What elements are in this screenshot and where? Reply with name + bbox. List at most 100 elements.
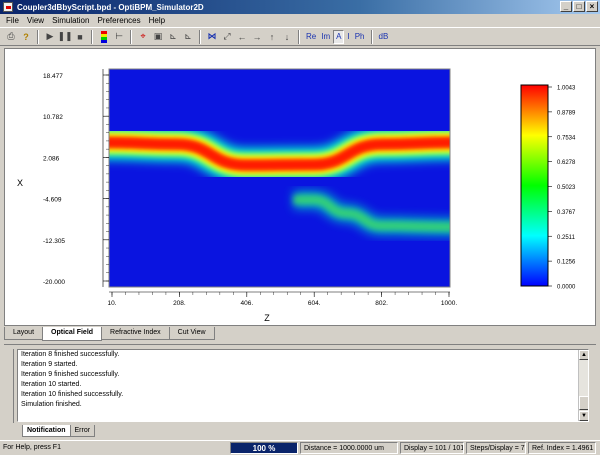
grid-icon[interactable]: ▣ [151,30,165,44]
menu-simulation[interactable]: Simulation [48,16,93,25]
toolbar-separator [130,29,132,44]
log-line: Iteration 10 finished successfully. [21,391,124,398]
view-phase-button[interactable]: Ph [353,30,367,44]
colorbar-tick-label: 0.2511 [557,235,576,241]
pane-gripper[interactable] [4,349,14,423]
toolbar-separator [370,29,373,44]
title-bar: Coupler3dBbyScript.bpd - OptiBPM_Simulat… [0,0,600,14]
pause-icon[interactable]: ❚❚ [57,30,72,44]
tab-optical-field[interactable]: Optical Field [42,327,103,341]
tab-notification[interactable]: Notification [22,425,71,437]
x-tick-label: 1000. [441,300,457,307]
log-list[interactable]: Iteration 8 finished successfully. Itera… [17,349,589,422]
menu-bar: File View Simulation Preferences Help [0,14,600,27]
zoom-axis-icon[interactable]: ⊾ [166,30,180,44]
notification-pane: Iteration 8 finished successfully. Itera… [4,344,596,426]
axes-icon[interactable]: ⊢ [112,30,126,44]
play-icon[interactable]: ▶ [43,30,57,44]
status-steps: Steps/Display = 7 [466,442,526,454]
toolbar-separator [37,29,39,44]
plot-canvas[interactable]: 18.477 10.782 2.086 -4.609 -12.305 -20.000 10… [4,48,596,326]
menu-preferences[interactable]: Preferences [93,16,144,25]
log-line: Simulation finished. [21,401,82,408]
toolbar-separator [298,29,300,44]
stop-icon[interactable]: ■ [73,30,87,44]
view-imag-button[interactable]: Im [319,30,332,44]
status-bar: For Help, press F1 100 % Distance = 1000… [0,440,600,455]
window-controls: _ □ × [560,1,598,12]
toolbar-separator [199,29,201,44]
app-icon [3,2,13,12]
minimize-button[interactable]: _ [560,1,572,12]
log-scrollbar[interactable]: ▲ ▼ [578,350,588,421]
arrow-down-icon[interactable]: ↓ [280,30,294,44]
view-tabs: Layout Optical Field Refractive Index Cu… [4,327,215,341]
y-tick-label: 18.477 [43,73,63,80]
log-line: Iteration 9 finished successfully. [21,371,120,378]
toolbar: ⎙ ? ▶ ❚❚ ■ ⊢ ⌖ ▣ ⊾ ⊾ ⋈ ⤢ ← → ↑ ↓ Re Im A… [0,27,600,46]
x-tick-label: 802. [375,300,388,307]
status-display: Display = 101 / 101 [400,442,464,454]
x-tick-label: 10. [107,300,116,307]
colorbar-tick-label: 0.6278 [557,160,576,166]
log-tabs: Notification Error [22,425,96,437]
colorbar-tick-label: 0.1256 [557,260,576,266]
tab-cut-view[interactable]: Cut View [168,327,215,340]
log-line: Iteration 9 started. [21,361,78,368]
view-intensity-button[interactable]: I [345,30,351,44]
scroll-up-icon[interactable]: ▲ [579,350,588,360]
maximize-button[interactable]: □ [573,1,585,12]
expand-icon[interactable]: ⤢ [220,30,234,44]
arrow-right-icon[interactable]: → [250,30,264,44]
print-icon[interactable]: ⎙ [4,30,18,44]
colorbar-tick-label: 0.0000 [557,285,576,291]
log-line: Iteration 8 finished successfully. [21,351,120,358]
colorbar-tick-label: 0.3767 [557,210,576,216]
log-line: Iteration 10 started. [21,381,82,388]
view-real-button[interactable]: Re [304,30,318,44]
colorbar-ticks: 1.0043 0.8789 0.7534 0.6278 0.5023 0.3767 0.25… [548,86,576,291]
fit-icon[interactable]: ⋈ [205,30,219,44]
y-tick-label: 10.782 [43,114,63,121]
colorbar-tick-label: 0.7534 [557,135,576,141]
colorbar-tick-label: 0.5023 [557,185,576,191]
view-amplitude-button[interactable]: A [333,29,345,44]
tab-refractive-index[interactable]: Refractive Index [101,327,170,340]
window-title: Coupler3dBbyScript.bpd - OptiBPM_Simulat… [17,2,204,12]
help-icon[interactable]: ? [19,30,33,44]
x-axis-label: Z [264,313,270,323]
menu-view[interactable]: View [23,16,48,25]
y-tick-label: 2.086 [43,155,60,162]
close-button[interactable]: × [586,1,598,12]
status-ref-index: Ref. Index = 1.4961 [528,442,596,454]
y-axis-label: X [17,178,23,188]
tab-error[interactable]: Error [69,425,96,437]
arrow-left-icon[interactable]: ← [235,30,249,44]
scroll-down-icon[interactable]: ▼ [579,411,588,421]
status-distance: Distance = 1000.0000 um [300,442,398,454]
zoom-axis-2-icon[interactable]: ⊾ [181,30,195,44]
colorbar-tick-label: 0.8789 [557,110,576,116]
y-tick-label: -20.000 [43,279,65,286]
progress-indicator: 100 % [230,442,298,454]
y-tick-label: -4.609 [43,197,62,204]
toolbar-separator [91,29,93,44]
x-tick-label: 604. [308,300,321,307]
x-tick-label: 406. [240,300,253,307]
optical-field-plot: 18.477 10.782 2.086 -4.609 -12.305 -20.000 10… [17,68,576,323]
colorbar-tick-label: 1.0043 [557,86,576,92]
tab-layout[interactable]: Layout [4,327,44,340]
arrow-up-icon[interactable]: ↑ [265,30,279,44]
x-axis: 10. 208. 406. 604. 802. 1000. [107,291,457,307]
view-db-button[interactable]: dB [377,30,391,44]
y-axis: 18.477 10.782 2.086 -4.609 -12.305 -20.000 [43,69,109,287]
scroll-thumb[interactable] [579,396,588,410]
probe-icon[interactable]: ⌖ [136,30,150,44]
x-tick-label: 208. [173,300,186,307]
menu-help[interactable]: Help [145,16,169,25]
status-help: For Help, press F1 [3,444,61,451]
colormap-icon[interactable] [97,30,111,44]
menu-file[interactable]: File [2,16,23,25]
y-tick-label: -12.305 [43,238,65,245]
colorbar [520,84,549,287]
